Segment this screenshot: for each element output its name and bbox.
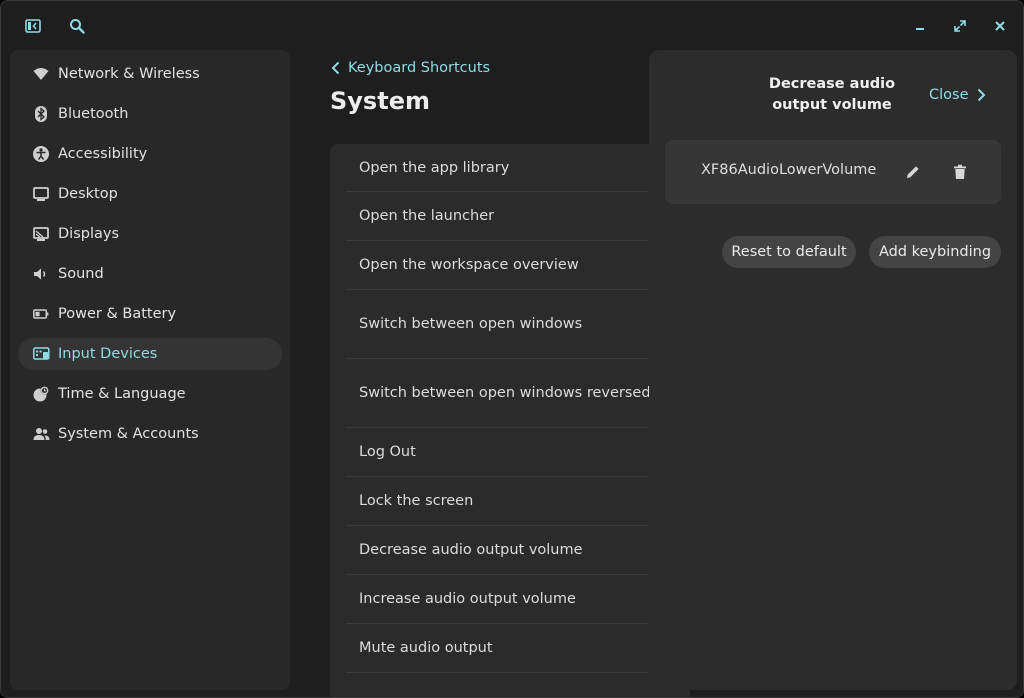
shortcut-row-log-out[interactable]: Log Out <box>346 428 690 477</box>
displays-icon <box>32 225 50 243</box>
sidebar-item-label: System & Accounts <box>58 426 199 442</box>
shortcut-detail-panel: Decrease audio output volume Close XF86A… <box>649 50 1017 690</box>
bluetooth-icon <box>32 105 50 123</box>
trash-icon[interactable] <box>948 160 972 184</box>
keyboard-icon <box>32 345 50 363</box>
sidebar-item-label: Bluetooth <box>58 106 129 122</box>
shortcut-label: Open the app library <box>359 159 510 176</box>
sidebar-item-label: Power & Battery <box>58 306 177 322</box>
sidebar-item-label: Network & Wireless <box>58 66 200 82</box>
sidebar-item-input-devices[interactable]: Input Devices <box>18 338 282 370</box>
shortcut-row-switch-windows[interactable]: Switch between open windows <box>346 290 690 359</box>
shortcut-label: Decrease audio output volume <box>359 542 583 558</box>
sidebar-item-displays[interactable]: Displays <box>18 218 282 250</box>
keybinding-value: XF86AudioLowerVolume <box>701 162 877 178</box>
users-icon <box>32 425 50 443</box>
back-to-keyboard-shortcuts-link[interactable]: Keyboard Shortcuts <box>331 57 490 79</box>
sidebar-item-network-wireless[interactable]: Network & Wireless <box>18 58 282 90</box>
clock-globe-icon <box>32 385 50 403</box>
shortcut-row-mute-audio[interactable]: Mute audio output <box>346 624 690 673</box>
shortcut-row-lock-screen[interactable]: Lock the screen <box>346 477 690 526</box>
sidebar-item-accessibility[interactable]: Accessibility <box>18 138 282 170</box>
sidebar-item-sound[interactable]: Sound <box>18 258 282 290</box>
desktop-icon <box>32 185 50 203</box>
sidebar-item-bluetooth[interactable]: Bluetooth <box>18 98 282 130</box>
shortcut-row-switch-windows-reversed[interactable]: Switch between open windows reversed <box>346 359 690 428</box>
wifi-icon <box>32 65 50 83</box>
minimize-icon[interactable] <box>908 14 932 38</box>
shortcut-label: Lock the screen <box>359 493 474 509</box>
close-panel-button[interactable]: Close <box>929 84 986 106</box>
add-keybinding-button[interactable]: Add keybinding <box>869 236 1001 268</box>
sidebar-item-label: Accessibility <box>58 146 148 162</box>
shortcut-row-decrease-volume[interactable]: Decrease audio output volume <box>346 526 690 575</box>
sidebar-item-label: Input Devices <box>58 346 158 362</box>
shortcut-row-open-app-library[interactable]: Open the app library <box>346 144 690 192</box>
sidebar-item-time-language[interactable]: Time & Language <box>18 378 282 410</box>
shortcut-label: Open the launcher <box>359 208 495 224</box>
speaker-icon <box>32 265 50 283</box>
sidebar-item-system-accounts[interactable]: System & Accounts <box>18 418 282 450</box>
sidebar-toggle-icon[interactable] <box>21 14 45 38</box>
pencil-icon[interactable] <box>901 160 925 184</box>
shortcut-label: Switch between open windows <box>359 316 583 332</box>
maximize-icon[interactable] <box>948 14 972 38</box>
sidebar-item-label: Time & Language <box>58 386 186 402</box>
shortcut-row-open-launcher[interactable]: Open the launcher <box>346 192 690 241</box>
back-link-label: Keyboard Shortcuts <box>348 60 491 76</box>
shortcut-row-open-workspace-overview[interactable]: Open the workspace overview <box>346 241 690 290</box>
shortcut-label: Open the workspace overview <box>359 257 579 273</box>
shortcut-label: Log Out <box>359 444 416 460</box>
keybinding-card: XF86AudioLowerVolume <box>665 140 1001 204</box>
chevron-left-icon <box>331 61 340 75</box>
shortcut-label: Increase audio output volume <box>359 591 576 607</box>
search-icon[interactable] <box>65 14 89 38</box>
reset-to-default-button[interactable]: Reset to default <box>722 236 856 268</box>
sidebar-item-label: Displays <box>58 226 120 242</box>
sidebar-item-label: Desktop <box>58 186 118 202</box>
panel-title: Decrease audio output volume <box>768 76 896 113</box>
close-panel-label: Close <box>929 87 969 103</box>
settings-window: Network & Wireless Bluetooth Accessibili… <box>0 0 1024 698</box>
shortcut-list: Open the app library Open the launcher O… <box>330 144 690 697</box>
accessibility-icon <box>32 145 50 163</box>
sidebar-item-desktop[interactable]: Desktop <box>18 178 282 210</box>
battery-icon <box>32 305 50 323</box>
page-title: System <box>330 87 430 115</box>
shortcut-label: Mute audio output <box>359 640 493 656</box>
shortcut-row-increase-volume[interactable]: Increase audio output volume <box>346 575 690 624</box>
sidebar: Network & Wireless Bluetooth Accessibili… <box>10 50 290 690</box>
close-icon[interactable] <box>988 14 1012 38</box>
sidebar-item-label: Sound <box>58 266 104 282</box>
sidebar-item-power-battery[interactable]: Power & Battery <box>18 298 282 330</box>
shortcut-label: Switch between open windows reversed <box>359 385 651 401</box>
chevron-right-icon <box>977 88 985 102</box>
